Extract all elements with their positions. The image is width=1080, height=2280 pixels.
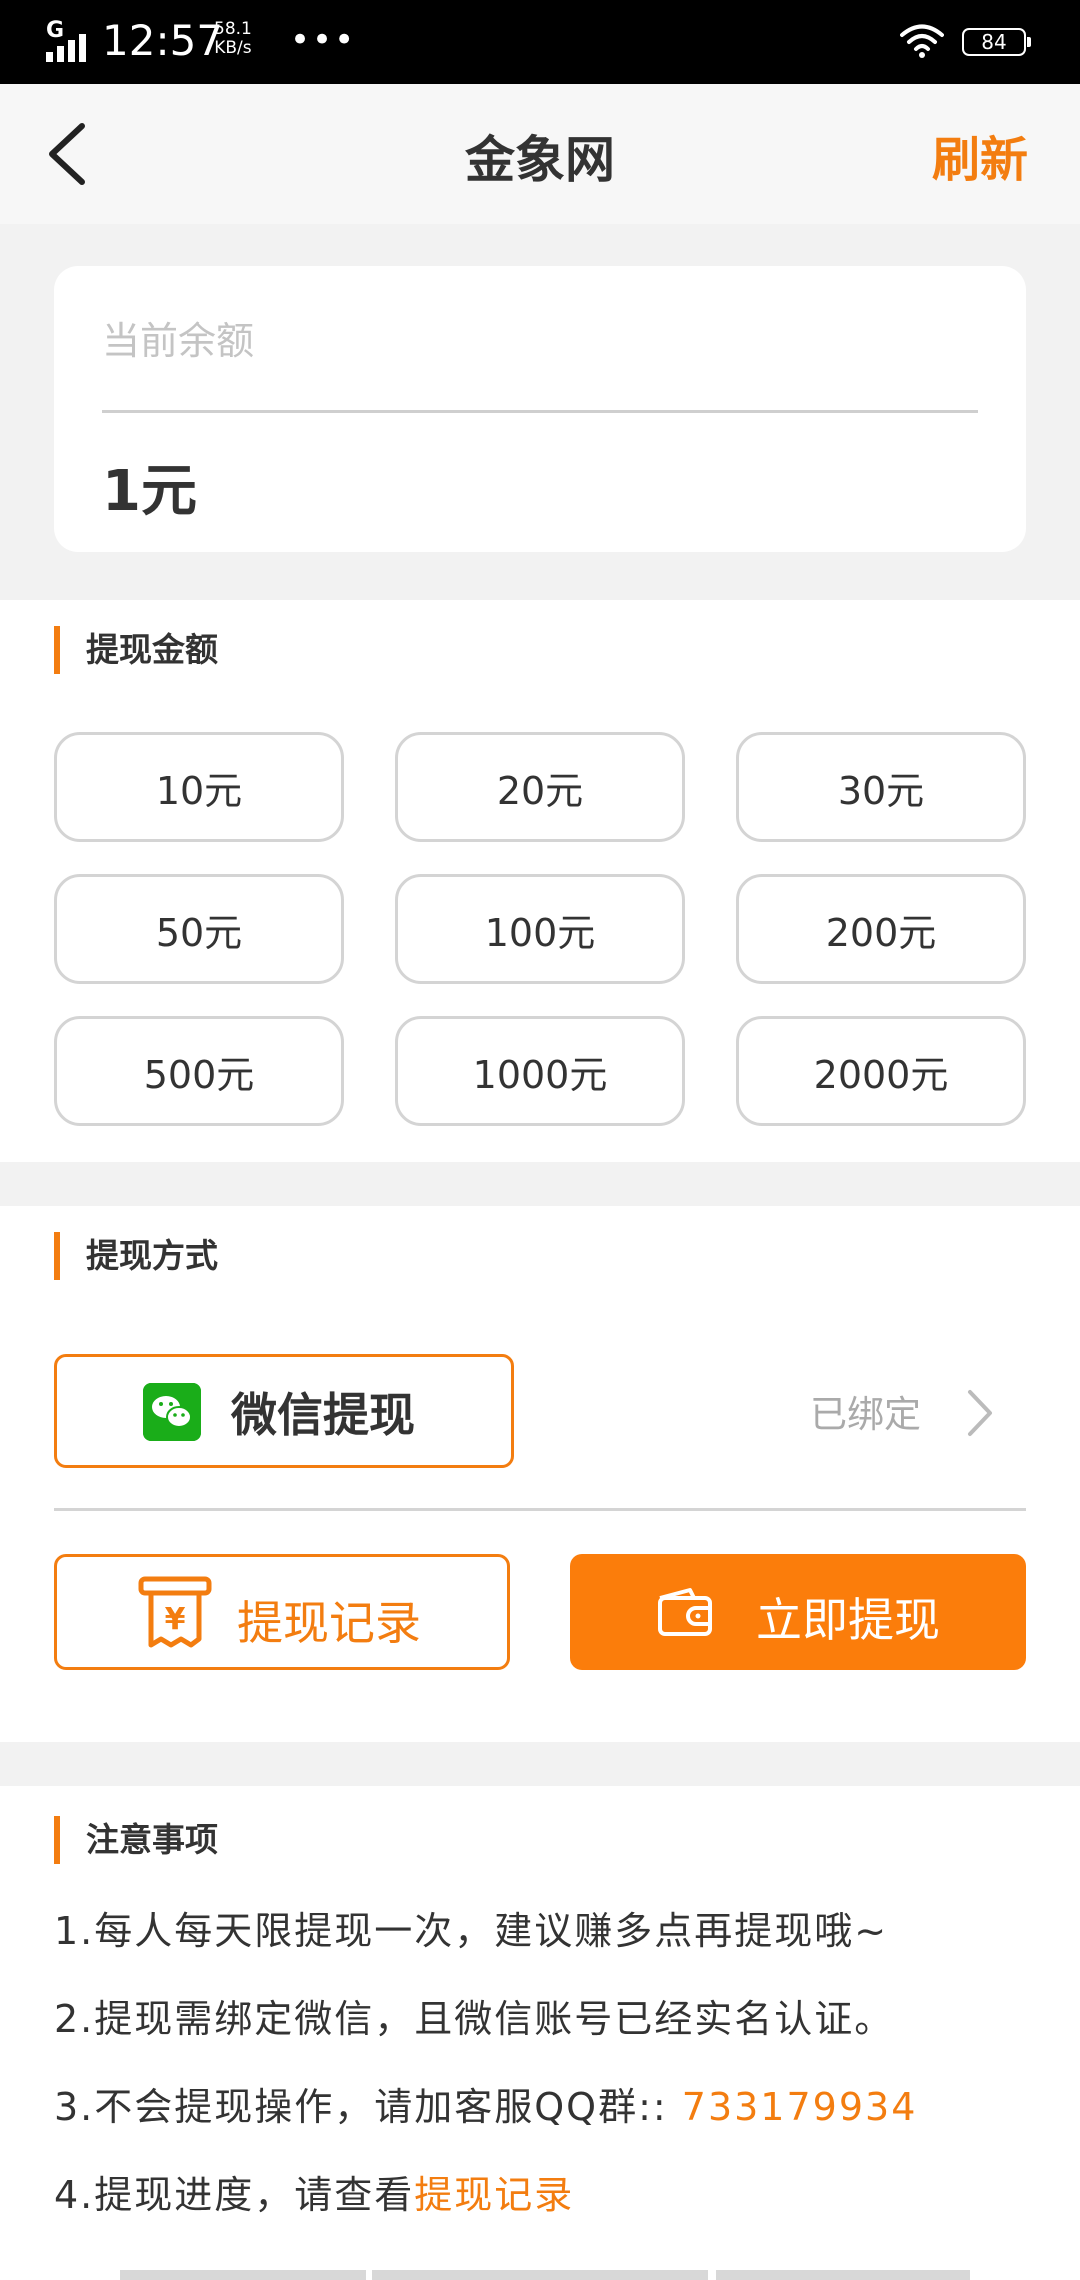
- balance-card: 当前余额 1元: [54, 266, 1026, 552]
- svg-text:¥: ¥: [165, 1602, 186, 1637]
- withdraw-amount-section: 提现金额 10元 20元 30元 50元 100元 200元 500元 1000…: [0, 600, 1080, 1162]
- note-3-text: 3.不会提现操作，请加客服QQ群::: [54, 2085, 668, 2129]
- withdraw-record-link[interactable]: 提现记录: [414, 2173, 574, 2217]
- chevron-right-icon[interactable]: [964, 1386, 996, 1440]
- wechat-icon: [143, 1383, 201, 1441]
- withdraw-record-button[interactable]: ¥ 提现记录: [54, 1554, 510, 1670]
- divider: [102, 410, 978, 413]
- section-title-notes: 注意事项: [54, 1816, 218, 1864]
- amount-option-200[interactable]: 200元: [736, 874, 1026, 984]
- status-bar: G 12:57 58.1 KB/s ••• 84: [0, 0, 1080, 84]
- receipt-yen-icon: ¥: [138, 1576, 212, 1648]
- balance-label: 当前余额: [102, 319, 255, 363]
- refresh-button[interactable]: 刷新: [932, 120, 1028, 190]
- note-1: 1.每人每天限提现一次，建议赚多点再提现哦~: [54, 1909, 889, 1953]
- amount-option-30[interactable]: 30元: [736, 732, 1026, 842]
- note-4-text: 4.提现进度，请查看: [54, 2173, 415, 2217]
- balance-value: 1元: [102, 459, 197, 524]
- divider: [54, 1508, 1026, 1511]
- bottom-divider: [120, 2270, 366, 2280]
- bound-status[interactable]: 已绑定: [810, 1384, 921, 1438]
- network-type: G: [46, 18, 65, 43]
- bottom-divider: [716, 2270, 970, 2280]
- speed-value: 58.1: [214, 19, 252, 39]
- wechat-withdraw-option[interactable]: 微信提现: [54, 1354, 514, 1468]
- note-2: 2.提现需绑定微信，且微信账号已经实名认证。: [54, 1997, 895, 2041]
- amount-options: 10元 20元 30元 50元 100元 200元 500元 1000元 200…: [54, 732, 1026, 1126]
- status-time: 12:57: [102, 16, 224, 65]
- section-title-amount: 提现金额: [54, 626, 218, 674]
- signal-icon: G: [46, 18, 92, 62]
- amount-option-2000[interactable]: 2000元: [736, 1016, 1026, 1126]
- amount-option-10[interactable]: 10元: [54, 732, 344, 842]
- amount-option-50[interactable]: 50元: [54, 874, 344, 984]
- note-3: 3.不会提现操作，请加客服QQ群:: 733179934: [54, 2076, 917, 2131]
- amount-option-20[interactable]: 20元: [395, 732, 685, 842]
- note-4: 4.提现进度，请查看提现记录: [54, 2164, 574, 2219]
- wallet-icon: [658, 1588, 712, 1636]
- withdraw-record-label: 提现记录: [237, 1596, 421, 1650]
- amount-option-1000[interactable]: 1000元: [395, 1016, 685, 1126]
- network-speed: 58.1 KB/s: [214, 20, 252, 58]
- amount-option-500[interactable]: 500元: [54, 1016, 344, 1126]
- section-title-method: 提现方式: [54, 1232, 218, 1280]
- withdraw-now-label: 立即提现: [756, 1593, 940, 1647]
- speed-unit: KB/s: [214, 38, 252, 58]
- amount-option-100[interactable]: 100元: [395, 874, 685, 984]
- notes-section: 注意事项 1.每人每天限提现一次，建议赚多点再提现哦~ 2.提现需绑定微信，且微…: [0, 1786, 1080, 2280]
- withdraw-method-section: 提现方式 微信提现 已绑定 ¥ 提现记录 立即提现: [0, 1206, 1080, 1742]
- wifi-icon: [900, 24, 944, 58]
- bottom-divider: [372, 2270, 708, 2280]
- qq-group-number[interactable]: 733179934: [682, 2085, 918, 2129]
- more-notifications-icon: •••: [290, 20, 357, 60]
- navigation-bar: 金象网 刷新: [0, 84, 1080, 224]
- battery-indicator: 84: [962, 28, 1031, 56]
- withdraw-now-button[interactable]: 立即提现: [570, 1554, 1026, 1670]
- page-title: 金象网: [465, 131, 615, 189]
- wechat-withdraw-label: 微信提现: [231, 1388, 415, 1442]
